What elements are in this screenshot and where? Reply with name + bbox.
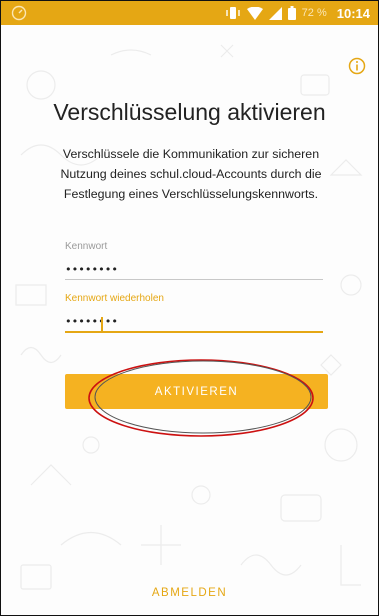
status-icons: 72 % 10:14 — [225, 1, 370, 25]
activate-button[interactable]: AKTIVIEREN — [65, 374, 328, 409]
gauge-icon — [11, 5, 27, 21]
status-bar: 72 % 10:14 — [1, 1, 378, 25]
repeat-password-field: Kennwort wiederholen — [65, 293, 323, 333]
battery-icon — [287, 6, 296, 20]
password-field: Kennwort — [65, 241, 323, 280]
vibrate-icon — [225, 7, 240, 19]
password-input[interactable] — [65, 259, 323, 280]
clock: 10:14 — [336, 5, 370, 21]
wifi-icon — [246, 6, 263, 20]
info-icon[interactable] — [348, 57, 366, 75]
page-title: Verschlüsselung aktivieren — [53, 99, 326, 125]
logout-button[interactable]: ABMELDEN — [1, 586, 378, 600]
signal-icon — [268, 6, 282, 20]
password-label: Kennwort — [65, 241, 108, 252]
battery-percent: 72 % — [301, 7, 327, 19]
repeat-password-label: Kennwort wiederholen — [65, 293, 164, 304]
text-cursor — [101, 317, 103, 331]
description-text: Verschlüssele die Kommunikation zur sich… — [60, 147, 322, 201]
phone-screen: 72 % 10:14 Verschlüsselung aktivieren Ve… — [0, 0, 379, 616]
repeat-password-input[interactable] — [65, 311, 323, 333]
